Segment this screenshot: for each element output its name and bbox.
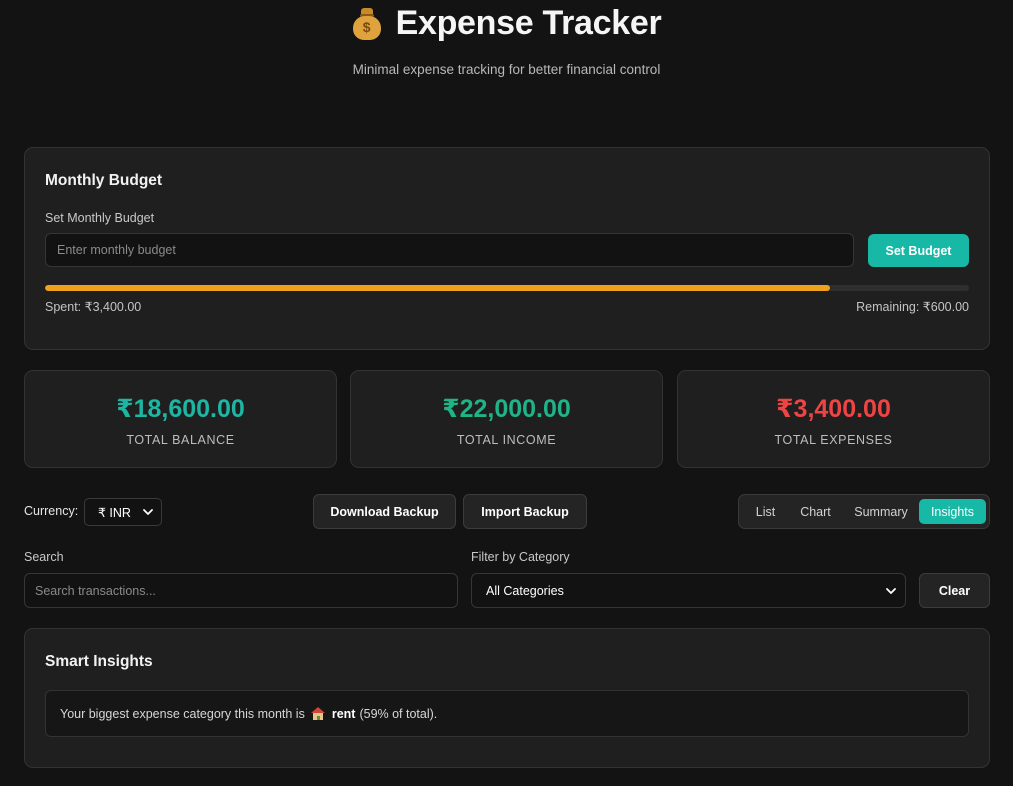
insight-text-after: (59% of total). — [359, 706, 438, 721]
total-balance-label: TOTAL BALANCE — [126, 433, 235, 447]
currency-select-value: ₹ INR — [98, 505, 131, 520]
budget-input[interactable] — [45, 233, 854, 267]
chevron-down-icon — [886, 588, 896, 594]
tab-insights[interactable]: Insights — [919, 499, 986, 524]
budget-progress-fill — [45, 285, 831, 291]
category-filter-label: Filter by Category — [471, 550, 570, 564]
spent-text: Spent: ₹3,400.00 — [45, 300, 142, 314]
chevron-down-icon — [143, 509, 153, 515]
category-filter-value: All Categories — [486, 583, 564, 598]
insight-category: rent — [331, 706, 356, 721]
insights-heading: Smart Insights — [45, 653, 153, 670]
app-subtitle: Minimal expense tracking for better fina… — [352, 62, 661, 77]
insight-text-before: Your biggest expense category this month… — [60, 706, 305, 721]
search-label: Search — [24, 550, 64, 564]
tab-summary[interactable]: Summary — [847, 499, 915, 524]
set-budget-button[interactable]: Set Budget — [868, 234, 969, 267]
total-expenses-label: TOTAL EXPENSES — [774, 433, 893, 447]
currency-select[interactable]: ₹ INR — [84, 498, 162, 526]
budget-progress-bar — [45, 285, 969, 291]
app-title: Expense Tracker — [395, 4, 662, 42]
house-icon — [310, 707, 325, 720]
total-income-label: TOTAL INCOME — [456, 433, 557, 447]
total-balance-value: ₹18,600.00 — [116, 395, 245, 423]
insight-item: Your biggest expense category this month… — [45, 690, 969, 737]
stat-card-balance: ₹18,600.00 TOTAL BALANCE — [24, 370, 337, 468]
search-input[interactable] — [24, 573, 458, 608]
currency-label: Currency: — [24, 504, 79, 518]
import-backup-button[interactable]: Import Backup — [463, 494, 587, 529]
title-row: $ Expense Tracker — [0, 4, 1013, 43]
tab-list[interactable]: List — [744, 499, 787, 524]
category-filter-select[interactable]: All Categories — [471, 573, 906, 608]
remaining-text: Remaining: ₹600.00 — [856, 300, 969, 314]
stat-card-expenses: ₹3,400.00 TOTAL EXPENSES — [677, 370, 990, 468]
smart-insights-card: Smart Insights Your biggest expense cate… — [24, 628, 990, 768]
tab-chart[interactable]: Chart — [792, 499, 839, 524]
total-income-value: ₹22,000.00 — [442, 395, 571, 423]
stat-card-income: ₹22,000.00 TOTAL INCOME — [350, 370, 663, 468]
total-expenses-value: ₹3,400.00 — [776, 395, 891, 423]
budget-heading: Monthly Budget — [45, 172, 163, 189]
clear-button[interactable]: Clear — [919, 573, 990, 608]
money-bag-icon: $ — [352, 7, 382, 40]
download-backup-button[interactable]: Download Backup — [313, 494, 456, 529]
view-toggle: List Chart Summary Insights — [738, 494, 990, 529]
monthly-budget-card: Monthly Budget Set Monthly Budget Set Bu… — [24, 147, 990, 350]
budget-input-label: Set Monthly Budget — [45, 211, 155, 225]
